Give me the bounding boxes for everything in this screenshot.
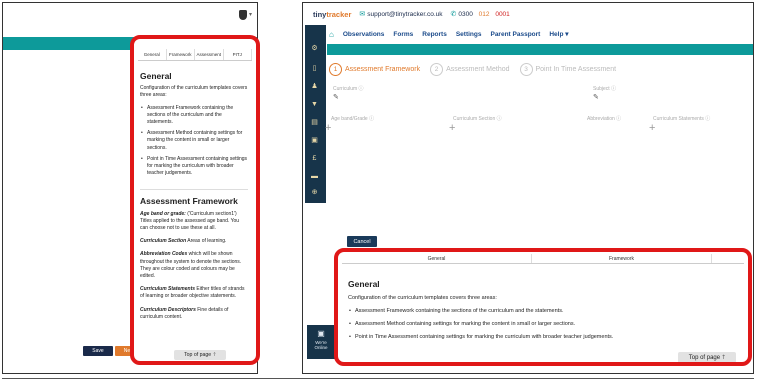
nav-help[interactable]: Help ▾ [549, 30, 568, 38]
definition-item: Curriculum Descriptors Fine details of c… [140, 306, 229, 320]
shield-icon[interactable] [239, 10, 247, 20]
nav-reports[interactable]: Reports [422, 31, 447, 38]
step-2-label[interactable]: Assessment Method [446, 66, 509, 73]
sidebar-item-image-icon[interactable]: ▣ [310, 137, 319, 145]
sidebar-item-list-icon[interactable]: ▤ [310, 119, 319, 127]
help-panel-left: General Framework Assessment PITJ Genera… [130, 35, 260, 365]
sidebar-item-doc-icon[interactable]: ▯ [310, 65, 319, 73]
general-intro: Configuration of the curriculum template… [140, 85, 248, 99]
wizard-steps: 1 Assessment Framework 2 Assessment Meth… [329, 61, 749, 77]
nav-settings[interactable]: Settings [456, 31, 482, 38]
sidebar-item-filter-icon[interactable]: ▼ [310, 101, 319, 109]
tab-framework[interactable]: Framework [532, 254, 712, 263]
plus-icon[interactable]: + [449, 123, 455, 134]
tab-pitj[interactable]: PITJ [224, 49, 252, 60]
phone-link[interactable]: ✆ 0300 012 0001 [450, 10, 510, 19]
sidebar-item-stack-icon[interactable]: ▬ [310, 173, 319, 181]
help-content: General Configuration of the curriculum … [140, 71, 248, 327]
step-1-label[interactable]: Assessment Framework [345, 66, 420, 73]
sidebar-item-gear-icon[interactable]: ⚙ [310, 45, 319, 53]
general-heading: General [348, 279, 380, 289]
abbreviation-label: Abbreviation ⓘ [587, 116, 622, 122]
divider [2, 378, 754, 379]
curriculum-statements-label: Curriculum Statements ⓘ [653, 116, 711, 122]
help-content: General Configuration of the curriculum … [348, 280, 738, 346]
edit-icon[interactable]: ✎ [593, 93, 599, 101]
help-panel-right: General Framework General Configuration … [334, 248, 752, 366]
phone-icon: ✆ [450, 11, 457, 18]
step-1-circle[interactable]: 1 [329, 62, 342, 76]
top-of-page-button[interactable]: Top of page 🡑 [174, 350, 226, 360]
step-3-circle[interactable]: 3 [519, 62, 533, 76]
plus-icon[interactable]: + [325, 123, 331, 134]
chevron-down-icon[interactable]: ▾ [249, 11, 252, 18]
sidebar-item-pound-icon[interactable]: £ [310, 155, 319, 163]
list-item: Point in Time Assessment containing sett… [140, 156, 248, 178]
main-nav: ⌂ Observations Forms Reports Settings Pa… [325, 25, 753, 43]
top-of-page-label: Top of page [688, 354, 721, 361]
teal-banner [327, 44, 753, 55]
list-item: Point in Time Assessment containing sett… [348, 333, 738, 341]
email-icon: ✉ [359, 11, 366, 18]
general-intro: Configuration of the curriculum template… [348, 295, 497, 301]
list-item: Assessment Framework containing the sect… [140, 105, 248, 127]
tab-general[interactable]: General [138, 49, 167, 60]
general-list: Assessment Framework containing the sect… [140, 105, 248, 178]
nav-forms[interactable]: Forms [393, 31, 413, 38]
arrow-up-icon: 🡑 [722, 354, 726, 361]
cancel-button[interactable]: Cancel [347, 236, 377, 247]
definition-item: Curriculum Statements Either titles of s… [140, 286, 245, 300]
top-of-page-label: Top of page [184, 352, 212, 358]
chat-icon: ▣ [317, 329, 325, 338]
edit-icon[interactable]: ✎ [333, 93, 339, 101]
logo[interactable]: tinytracker [313, 10, 351, 19]
help-tabs: General Framework [342, 254, 744, 264]
top-of-page-button[interactable]: Top of page 🡑 [678, 352, 736, 362]
general-heading: General [140, 71, 172, 81]
definition-item: Curriculum Section Areas of learning. [140, 238, 227, 245]
tab-assessment[interactable]: Assessment [195, 49, 224, 60]
arrow-up-icon: 🡑 [213, 351, 216, 358]
chat-status: Online [314, 345, 328, 350]
sidebar-item-plus-icon[interactable]: ⊕ [310, 189, 319, 197]
curriculum-label: Curriculum ⓘ [333, 86, 364, 92]
step-2-circle[interactable]: 2 [430, 62, 444, 76]
plus-icon[interactable]: + [649, 123, 655, 134]
chat-widget[interactable]: ▣ We're Online [307, 325, 335, 359]
app-header: tinytracker ✉ support@tinytracker.co.uk ✆… [303, 3, 753, 25]
definition-item: Age band or grade: ('Curriculum section1… [140, 210, 240, 232]
sidebar-item-user-icon[interactable]: ♟ [310, 83, 319, 91]
nav-parent-passport[interactable]: Parent Passport [490, 31, 540, 38]
age-band-label: Age band/Grade ⓘ [331, 116, 375, 122]
list-item: Assessment Framework containing the sect… [348, 307, 738, 315]
curriculum-section-label: Curriculum Section ⓘ [453, 116, 502, 122]
nav-observations[interactable]: Observations [343, 31, 385, 38]
step-3-label[interactable]: Point In Time Assessment [536, 66, 617, 73]
definition-item: Abbreviation Codes which will be shown t… [140, 251, 242, 280]
email-link[interactable]: ✉ support@tinytracker.co.uk [359, 10, 442, 19]
tab-framework[interactable]: Framework [167, 49, 195, 60]
home-icon[interactable]: ⌂ [329, 30, 334, 39]
tab-general[interactable]: General [342, 254, 532, 263]
list-item: Assessment Method containing settings fo… [140, 130, 248, 152]
subject-label: Subject ⓘ [593, 86, 617, 92]
list-item: Assessment Method containing settings fo… [348, 320, 738, 328]
sidebar: ⚙ ▯ ♟ ▼ ▤ ▣ £ ▬ ⊕ [305, 25, 326, 203]
help-tabs: General Framework Assessment PITJ [138, 49, 252, 61]
save-button[interactable]: Save [83, 346, 113, 356]
framework-heading: Assessment Framework [140, 196, 238, 207]
divider [140, 189, 248, 191]
general-list: Assessment Framework containing the sect… [348, 307, 738, 341]
